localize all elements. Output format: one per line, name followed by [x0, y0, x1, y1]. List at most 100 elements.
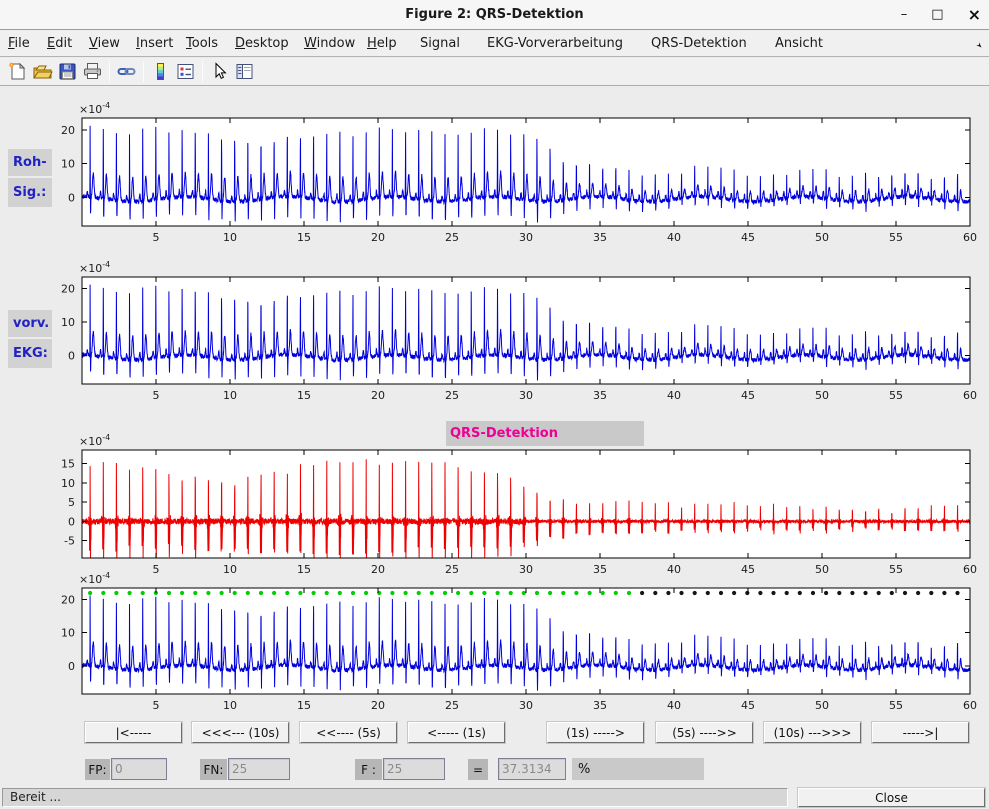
menu-insert[interactable]: Insert — [136, 31, 173, 57]
menu-window[interactable]: Window — [304, 31, 355, 57]
svg-text:30: 30 — [519, 563, 533, 576]
missed-beat-dot — [798, 591, 802, 595]
menu-ekg-vorverarbeitung[interactable]: EKG-Vorverarbeitung — [487, 31, 623, 57]
toolbar-separator — [202, 61, 203, 82]
close-button[interactable]: Close — [798, 788, 985, 807]
maximize-button[interactable]: □ — [931, 0, 943, 30]
svg-text:60: 60 — [963, 389, 977, 402]
y-axis-exponent-label: ×10-4 — [79, 571, 110, 586]
svg-text:25: 25 — [445, 231, 459, 244]
menu-qrs-detektion[interactable]: QRS-Detektion — [651, 31, 747, 57]
link-plot-icon[interactable] — [114, 60, 139, 84]
missed-beat-dot — [666, 591, 670, 595]
y-axis-exponent-label: ×10-4 — [79, 433, 110, 448]
preprocessed-label-line2: EKG: — [8, 339, 52, 368]
toolbar — [0, 58, 989, 86]
svg-text:30: 30 — [519, 699, 533, 712]
missed-beat-dot — [771, 591, 775, 595]
svg-text:25: 25 — [445, 563, 459, 576]
back-5s-button[interactable]: <<---- (5s) — [300, 722, 397, 743]
detected-beat-dot — [325, 591, 329, 595]
detection-result-line — [82, 596, 970, 691]
detected-beat-dot — [154, 591, 158, 595]
svg-text:55: 55 — [889, 231, 903, 244]
menu-ansicht[interactable]: Ansicht — [775, 31, 823, 57]
fp-input[interactable] — [111, 758, 167, 780]
missed-beat-dot — [706, 591, 710, 595]
missed-beat-dot — [837, 591, 841, 595]
missed-beat-dot — [890, 591, 894, 595]
qrs-detektion-subplot-title: QRS-Detektion — [446, 421, 644, 446]
jump-to-start-button[interactable]: |<----- — [85, 722, 182, 743]
qrs-filtered-axes: 51015202530354045505560-5051015×10-4 — [61, 433, 977, 576]
y-axis-exponent-label: ×10-4 — [79, 101, 110, 116]
missed-beat-dot — [955, 591, 959, 595]
missed-beat-dot — [732, 591, 736, 595]
svg-text:55: 55 — [889, 563, 903, 576]
svg-text:20: 20 — [61, 594, 75, 607]
new-figure-icon[interactable] — [5, 60, 30, 84]
fn-input[interactable] — [228, 758, 290, 780]
svg-text:35: 35 — [593, 231, 607, 244]
svg-text:50: 50 — [815, 231, 829, 244]
missed-beat-dot — [745, 591, 749, 595]
raw-signal-line — [82, 126, 970, 223]
detected-beat-dot — [601, 591, 605, 595]
minimize-button[interactable]: – — [901, 0, 908, 30]
back-1s-button[interactable]: <----- (1s) — [408, 722, 505, 743]
detected-beat-dot — [377, 591, 381, 595]
forward-5s-button[interactable]: (5s) ---->> — [656, 722, 753, 743]
svg-text:10: 10 — [223, 231, 237, 244]
menu-desktop[interactable]: Desktop — [235, 31, 289, 57]
detected-beat-dot — [469, 591, 473, 595]
svg-text:5: 5 — [153, 389, 160, 402]
svg-text:30: 30 — [519, 231, 533, 244]
menu-edit[interactable]: Edit — [47, 31, 72, 57]
svg-text:10: 10 — [223, 699, 237, 712]
svg-text:20: 20 — [371, 699, 385, 712]
forward-10s-button[interactable]: (10s) --->>> — [764, 722, 861, 743]
close-window-button[interactable]: × — [968, 0, 981, 30]
menu-file[interactable]: File — [8, 31, 30, 57]
save-figure-icon[interactable] — [55, 60, 80, 84]
menu-overflow-arrow-icon[interactable] — [972, 38, 983, 49]
detected-beat-dot — [167, 591, 171, 595]
detected-beat-dot — [535, 591, 539, 595]
legend-icon[interactable] — [173, 60, 198, 84]
plot-browser-icon[interactable] — [232, 60, 257, 84]
beat-markers — [88, 591, 960, 595]
missed-beat-dot — [903, 591, 907, 595]
raw-signal-axes: 5101520253035404550556001020×10-4 — [61, 101, 977, 244]
pointer-icon[interactable] — [207, 60, 232, 84]
detected-beat-dot — [417, 591, 421, 595]
raw-signal-label-line2: Sig.: — [8, 178, 52, 207]
detected-beat-dot — [456, 591, 460, 595]
svg-text:55: 55 — [889, 699, 903, 712]
colorbar-icon[interactable] — [148, 60, 173, 84]
jump-to-end-button[interactable]: ----->| — [872, 722, 969, 743]
detected-beat-dot — [259, 591, 263, 595]
missed-beat-dot — [758, 591, 762, 595]
detected-beat-dot — [88, 591, 92, 595]
open-file-icon[interactable] — [30, 60, 55, 84]
forward-1s-button[interactable]: (1s) -----> — [547, 722, 644, 743]
detected-beat-dot — [614, 591, 618, 595]
detected-beat-dot — [180, 591, 184, 595]
fp-label: FP: — [85, 759, 110, 780]
svg-text:25: 25 — [445, 699, 459, 712]
menu-view[interactable]: View — [89, 31, 120, 57]
missed-beat-dot — [916, 591, 920, 595]
back-10s-button[interactable]: <<<--- (10s) — [192, 722, 289, 743]
menu-signal[interactable]: Signal — [420, 31, 460, 57]
print-icon[interactable] — [80, 60, 105, 84]
svg-text:60: 60 — [963, 563, 977, 576]
menu-help[interactable]: Help — [367, 31, 397, 57]
svg-text:0: 0 — [68, 350, 75, 363]
fn-label: FN: — [200, 759, 227, 780]
f-input[interactable] — [383, 758, 445, 780]
detected-beat-dot — [220, 591, 224, 595]
status-message: Bereit ... — [2, 788, 788, 807]
percent-value-input[interactable] — [498, 758, 566, 780]
menu-tools[interactable]: Tools — [186, 31, 218, 57]
detection-result-axes: 5101520253035404550556001020×10-4 — [61, 571, 977, 712]
